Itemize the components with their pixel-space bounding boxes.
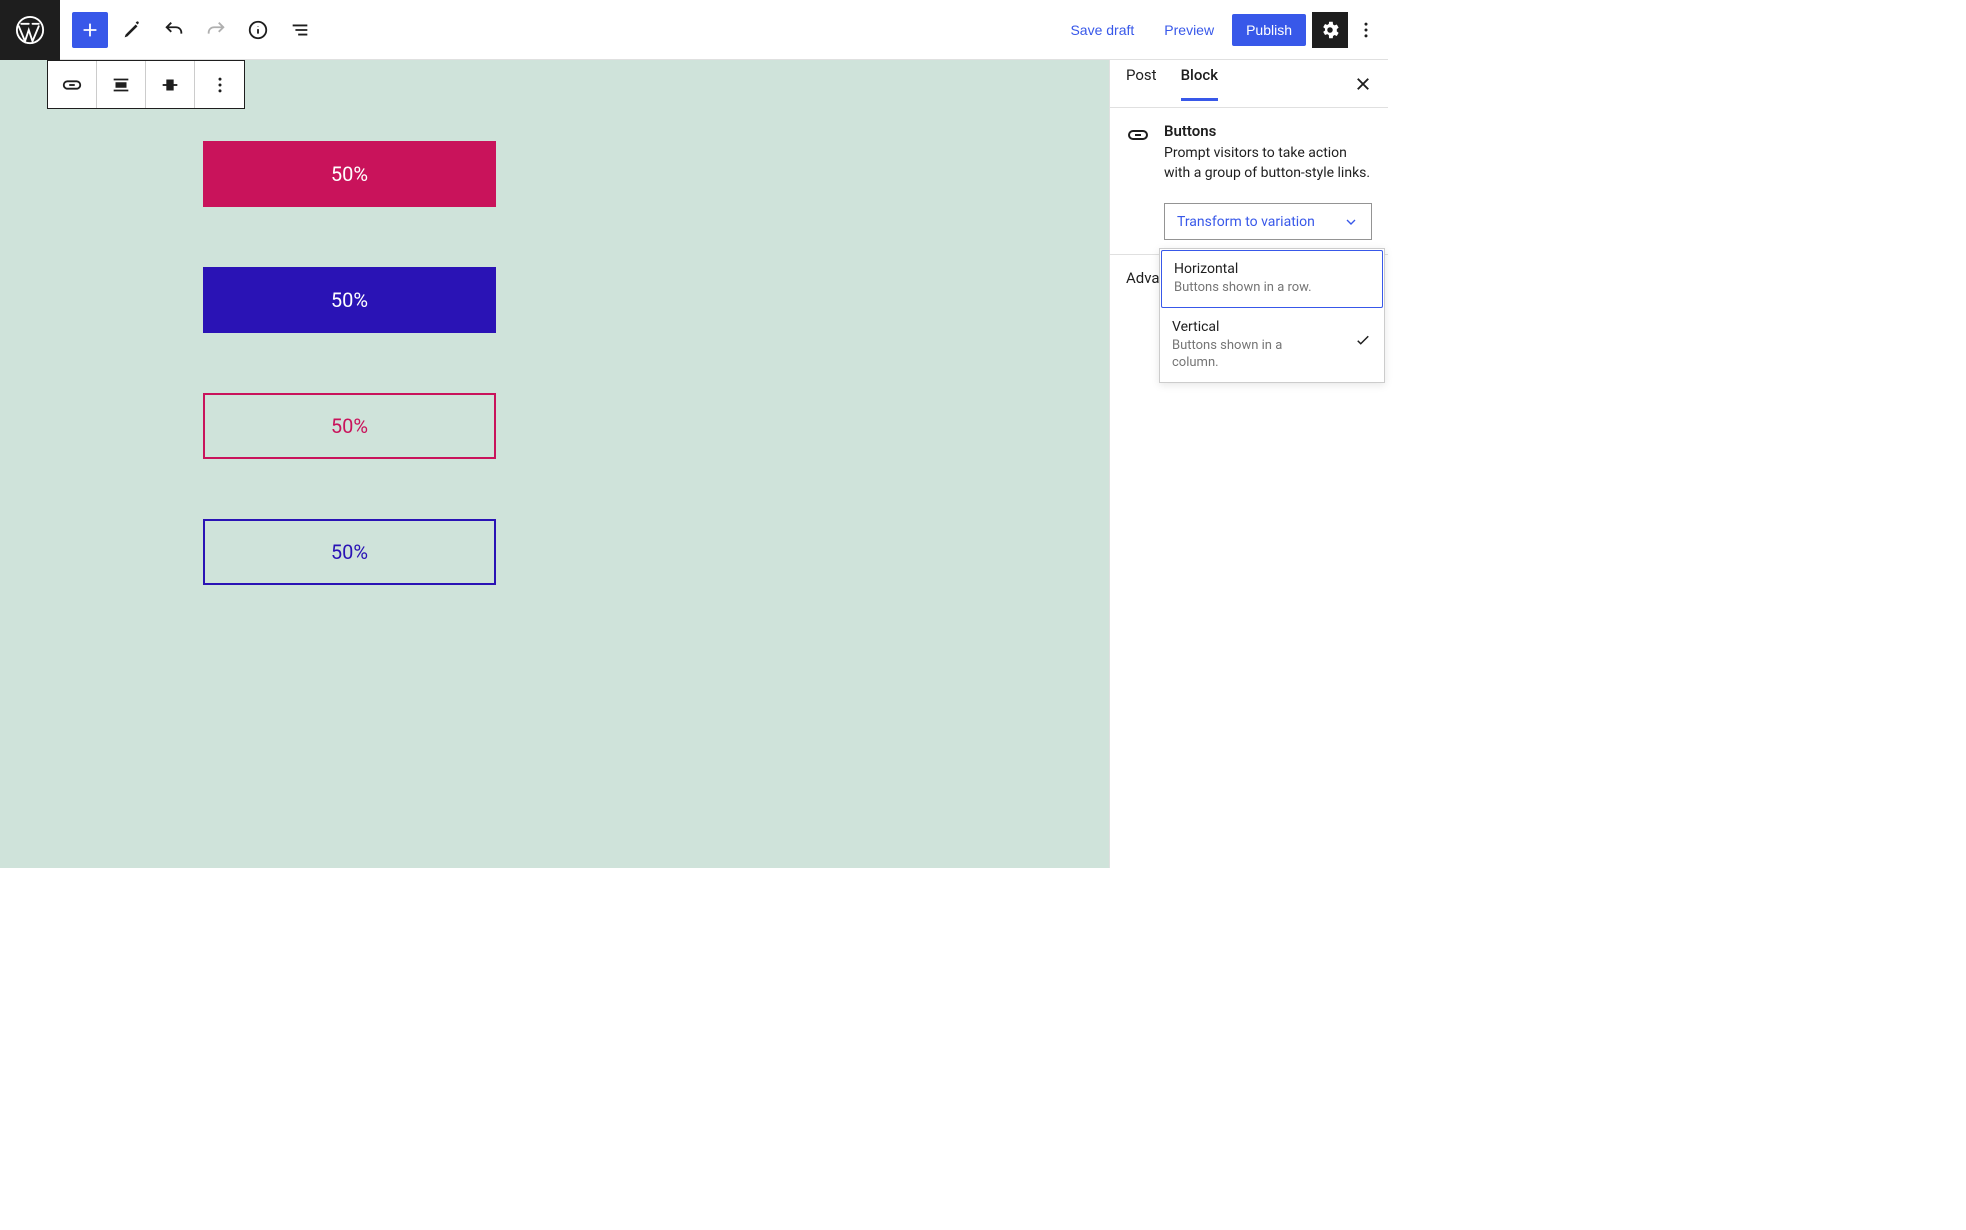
button-label: 50% (331, 162, 368, 186)
button-block[interactable]: 50% (203, 519, 496, 585)
tab-post[interactable]: Post (1126, 66, 1157, 101)
align-button[interactable] (97, 61, 146, 108)
button-block[interactable]: 50% (203, 141, 496, 207)
wordpress-logo[interactable] (0, 0, 60, 60)
settings-button[interactable] (1312, 12, 1348, 48)
variation-option-title: Horizontal (1174, 261, 1370, 277)
button-block[interactable]: 50% (203, 393, 496, 459)
more-options-button[interactable] (1354, 12, 1378, 48)
preview-button[interactable]: Preview (1152, 14, 1226, 46)
variation-option-vertical[interactable]: Vertical Buttons shown in a column. (1160, 309, 1384, 382)
justify-button[interactable] (146, 61, 195, 108)
undo-button[interactable] (156, 12, 192, 48)
editor-canvas[interactable]: 50% 50% 50% 50% (0, 60, 1109, 868)
variation-select-label: Transform to variation (1177, 214, 1315, 230)
publish-button[interactable]: Publish (1232, 14, 1306, 46)
add-block-button[interactable] (72, 12, 108, 48)
button-label: 50% (331, 540, 368, 564)
variation-option-description: Buttons shown in a column. (1172, 337, 1302, 372)
top-right-tools: Save draft Preview Publish (1058, 12, 1388, 48)
edit-mode-button[interactable] (114, 12, 150, 48)
button-label: 50% (331, 288, 368, 312)
check-icon (1354, 331, 1372, 349)
button-label: 50% (331, 414, 368, 438)
variation-option-description: Buttons shown in a row. (1174, 279, 1370, 297)
list-view-button[interactable] (282, 12, 318, 48)
variation-option-horizontal[interactable]: Horizontal Buttons shown in a row. (1161, 250, 1383, 308)
block-more-options-button[interactable] (195, 61, 244, 108)
block-card-description: Prompt visitors to take action with a gr… (1164, 144, 1372, 183)
editor-main: 50% 50% 50% 50% Post Block Buttons Promp… (0, 60, 1388, 868)
block-toolbar (47, 60, 245, 109)
block-card: Buttons Prompt visitors to take action w… (1110, 108, 1388, 197)
top-left-tools (60, 12, 318, 48)
sidebar-tabs: Post Block (1110, 60, 1388, 108)
block-type-button[interactable] (48, 61, 97, 108)
settings-sidebar: Post Block Buttons Prompt visitors to ta… (1109, 60, 1388, 868)
save-draft-button[interactable]: Save draft (1058, 14, 1146, 46)
variation-option-title: Vertical (1172, 319, 1372, 335)
buttons-block-icon (1126, 123, 1150, 147)
transform-variation-select[interactable]: Transform to variation (1164, 203, 1372, 240)
buttons-block: 50% 50% 50% 50% (203, 141, 496, 585)
button-block[interactable]: 50% (203, 267, 496, 333)
tab-block[interactable]: Block (1181, 66, 1218, 101)
redo-button[interactable] (198, 12, 234, 48)
chevron-down-icon (1343, 214, 1359, 230)
info-button[interactable] (240, 12, 276, 48)
editor-top-bar: Save draft Preview Publish (0, 0, 1388, 60)
block-card-title: Buttons (1164, 122, 1372, 140)
close-sidebar-button[interactable] (1354, 75, 1372, 93)
variation-dropdown: Horizontal Buttons shown in a row. Verti… (1159, 248, 1385, 383)
